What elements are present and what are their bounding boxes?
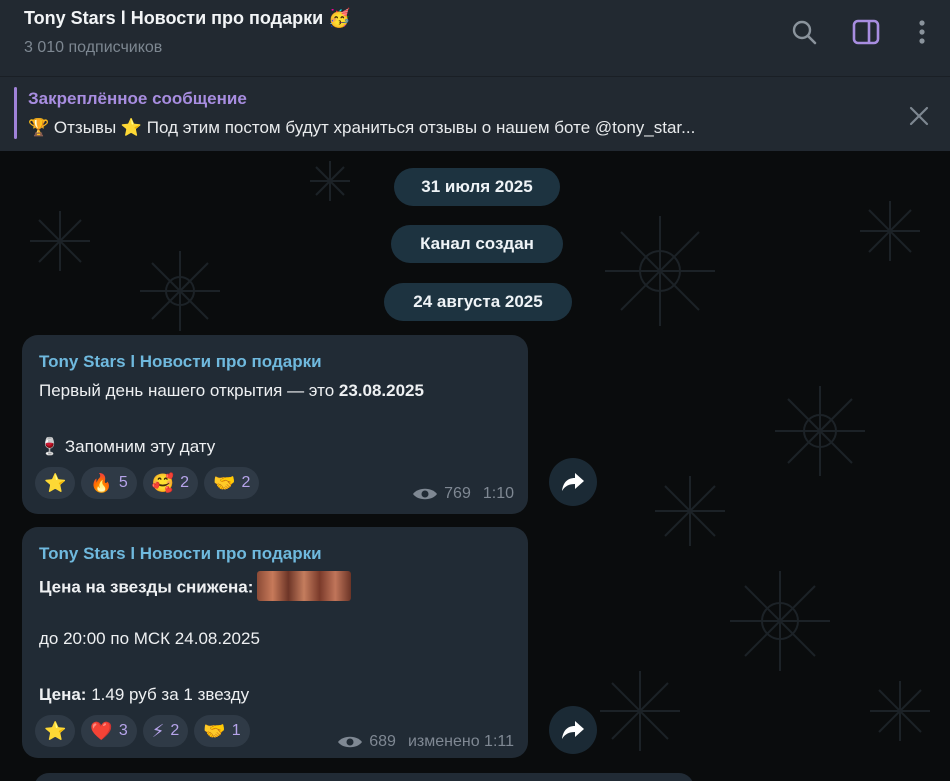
forward-button[interactable] [549,458,597,506]
more-vert-icon[interactable] [907,17,937,47]
party-emoji: 🥳 [328,8,351,28]
message-meta: 769 1:10 [412,485,514,503]
custom-emoji-strip [257,571,352,601]
message-bubble[interactable]: Tony Stars l Новости про подарки Цена на… [22,527,528,758]
share-arrow-icon [562,473,584,491]
message-time: 1:10 [482,485,514,502]
message-meta: 689 изменено 1:11 [337,733,514,751]
message-time: изменено 1:11 [407,733,514,750]
message-author[interactable]: Tony Stars l Новости про подарки [39,544,322,564]
reaction-count: 3 [118,722,128,739]
eye-icon [338,736,363,748]
channel-title-text: Tony Stars l Новости про подарки [24,8,324,28]
star-icon: ⭐ [44,721,67,741]
next-message-bubble[interactable] [34,773,694,781]
share-arrow-icon [562,721,584,739]
smiling-hearts-icon: 🥰 [151,473,175,493]
reactions-row: ⭐ 🔥 5 🥰 2 🤝 2 [35,467,260,499]
subscriber-count: 3 010 подписчиков [24,39,163,56]
handshake-icon: 🤝 [213,473,236,493]
reaction-count: 1 [231,722,241,739]
close-icon[interactable] [905,102,933,130]
search-icon[interactable] [789,17,819,47]
sidebar-toggle-icon[interactable] [851,17,881,47]
reaction-count: 2 [170,722,180,739]
pinned-message-bar[interactable]: Закреплённое сообщение 🏆 Отзывы ⭐ Под эт… [0,76,950,151]
view-count: 689 [369,733,396,750]
chat-header[interactable]: Tony Stars l Новости про подарки 🥳 3 010… [0,0,950,76]
wine-emoji: 🍷 [39,437,61,456]
star-icon: ⭐ [44,473,67,493]
chat-area[interactable]: 31 июля 2025 Канал создан 24 августа 202… [0,151,950,781]
reaction-handshake[interactable]: 🤝 2 [204,467,260,499]
message-text-line: Цена: 1.49 руб за 1 звезду [39,685,249,705]
message-text-line: Первый день нашего открытия — это 23.08.… [39,381,424,401]
eye-icon [413,488,438,500]
reaction-star[interactable]: ⭐ [35,715,76,747]
reactions-row: ⭐ ❤️ 3 ⚡ 2 🤝 1 [35,715,250,747]
reaction-count: 2 [241,474,251,491]
channel-title[interactable]: Tony Stars l Новости про подарки 🥳 [24,8,351,29]
view-count: 769 [444,485,471,502]
reaction-count: 2 [180,474,190,491]
date-separator: 24 августа 2025 [384,283,572,321]
message-text: 1.49 руб за 1 звезду [86,685,250,704]
date-separator: 31 июля 2025 [394,168,560,206]
message-author[interactable]: Tony Stars l Новости про подарки [39,352,322,372]
message-text-line: Цена на звезды снижена: [39,571,352,603]
handshake-icon: 🤝 [203,721,226,741]
reaction-heart[interactable]: ❤️ 3 [81,715,137,747]
message-bold-text: Цена: [39,685,87,704]
forward-button[interactable] [549,706,597,754]
reaction-handshake[interactable]: 🤝 1 [194,715,250,747]
message-text: до 20:00 по МСК 24.08.2025 [39,629,260,648]
message-text: Запомним эту дату [64,437,216,456]
reaction-fire[interactable]: 🔥 5 [81,467,137,499]
pinned-text: 🏆 Отзывы ⭐ Под этим постом будут хранить… [28,118,696,137]
message-text: Первый день нашего открытия — это [39,381,339,400]
message-bubble[interactable]: Tony Stars l Новости про подарки Первый … [22,335,528,514]
reaction-love[interactable]: 🥰 2 [142,467,199,499]
heart-icon: ❤️ [90,721,113,741]
pinned-indicator [14,87,17,139]
service-message-channel-created: Канал создан [391,225,563,263]
lightning-icon: ⚡ [151,721,165,741]
reaction-star[interactable]: ⭐ [35,467,76,499]
fire-icon: 🔥 [90,473,113,493]
message-bold-text: Цена на звезды снижена: [39,577,254,597]
reaction-count: 5 [118,474,128,491]
message-bold-date: 23.08.2025 [338,381,424,400]
pinned-label: Закреплённое сообщение [28,89,247,108]
reaction-lightning[interactable]: ⚡ 2 [142,715,189,747]
message-text-line: 🍷 Запомним эту дату [39,437,215,457]
